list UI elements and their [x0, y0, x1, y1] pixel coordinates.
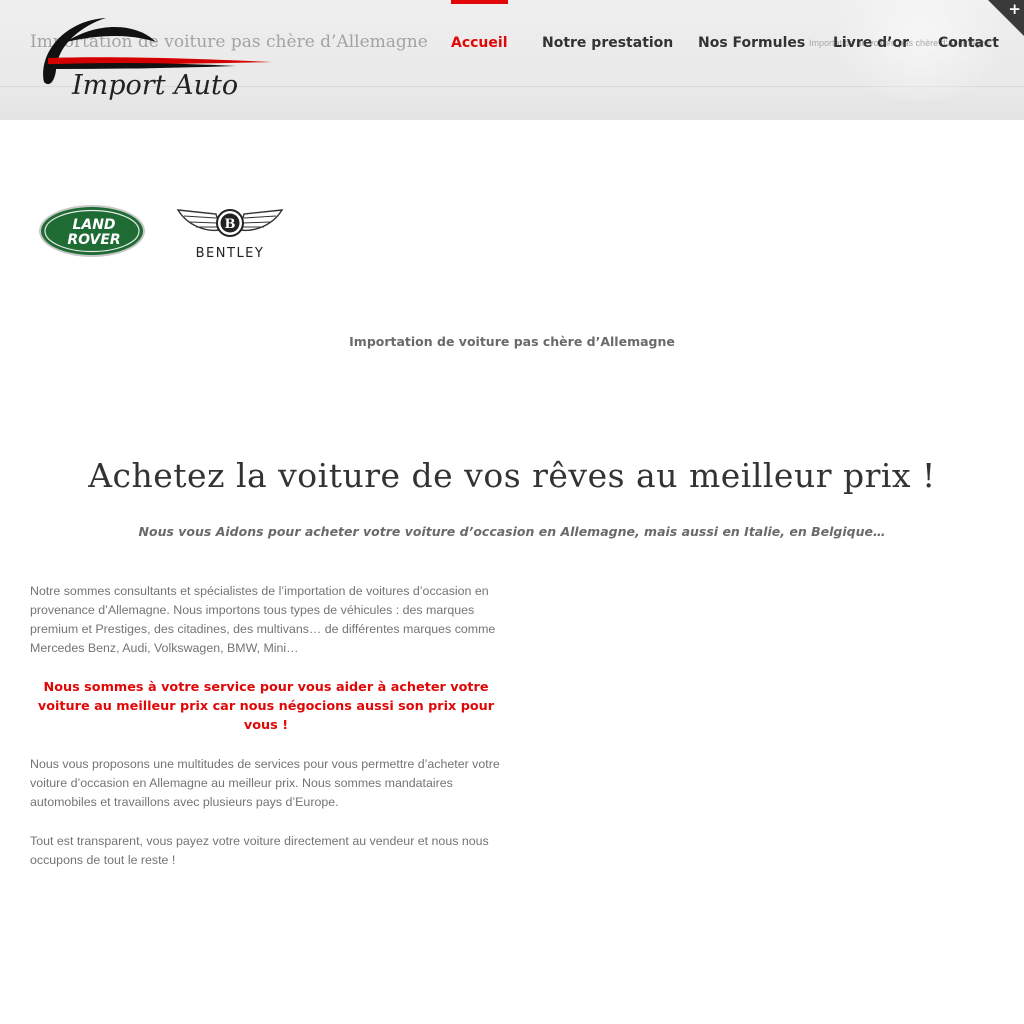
nav-item-notre-prestation[interactable]: Notre prestation: [542, 35, 673, 51]
paragraph-transparency: Tout est transparent, vous payez votre v…: [30, 834, 489, 867]
paragraph-highlight: Nous sommes à votre service pour vous ai…: [37, 680, 495, 733]
paragraph-about: Notre sommes consultants et spécialistes…: [30, 584, 496, 655]
main-nav: Accueil Notre prestation Nos Formules Li…: [0, 0, 1024, 86]
bentley-logo[interactable]: B BENTLEY: [176, 206, 284, 262]
landrover-line2: ROVER: [67, 232, 120, 248]
bentley-badge-letter: B: [225, 217, 236, 232]
land-rover-logo[interactable]: LAND ROVER: [38, 204, 148, 258]
plus-icon[interactable]: +: [1008, 0, 1021, 18]
intro-text: Nous vous Aidons pour acheter votre voit…: [138, 524, 886, 539]
paragraph-services: Nous vous proposons une multitudes de se…: [30, 757, 500, 809]
page-headline: Achetez la voiture de vos rêves au meill…: [88, 456, 936, 495]
nav-item-accueil[interactable]: Accueil: [451, 0, 508, 51]
landrover-line1: LAND: [72, 217, 115, 233]
nav-item-contact[interactable]: Contact: [938, 35, 999, 51]
bentley-wordmark: BENTLEY: [196, 246, 265, 261]
site-header: Importation de voiture pas chère d’Allem…: [0, 0, 1024, 120]
content-column: Notre sommes consultants et spécialistes…: [30, 582, 502, 890]
nav-item-nos-formules[interactable]: Nos Formules: [698, 35, 805, 51]
section-subtitle: Importation de voiture pas chère d’Allem…: [349, 334, 675, 349]
nav-item-livre-dor[interactable]: Livre d’or: [833, 35, 909, 51]
